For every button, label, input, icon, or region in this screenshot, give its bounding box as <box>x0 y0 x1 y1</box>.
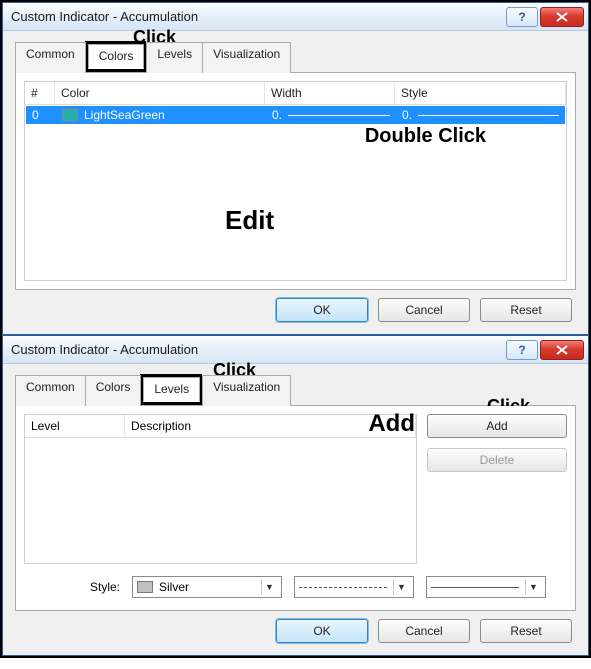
tab-colors[interactable]: Colors <box>85 375 142 406</box>
color-swatch <box>62 109 78 121</box>
style-row: Style: Silver ▼ ▼ ▼ <box>24 564 567 602</box>
tab-levels[interactable]: Levels <box>143 377 200 402</box>
th-description[interactable]: Description <box>125 415 416 437</box>
style-linetype-dropdown[interactable]: ▼ <box>294 576 414 598</box>
side-buttons: Add Delete <box>427 414 567 564</box>
chevron-down-icon: ▼ <box>393 579 409 595</box>
table-header: # Color Width Style <box>25 82 566 105</box>
dialog-buttons: OK Cancel Reset <box>15 611 576 643</box>
ok-button[interactable]: OK <box>276 619 368 643</box>
levels-list[interactable]: Level Description <box>24 414 417 564</box>
chevron-down-icon: ▼ <box>525 579 541 595</box>
levels-header: Level Description <box>25 415 416 438</box>
tabstrip: Common Colors Levels Visualization <box>15 374 576 406</box>
highlight-box-levels-tab: Levels <box>140 374 202 405</box>
dialog-buttons: OK Cancel Reset <box>15 290 576 322</box>
window-title: Custom Indicator - Accumulation <box>11 9 506 24</box>
th-index[interactable]: # <box>25 82 55 104</box>
reset-button[interactable]: Reset <box>480 619 572 643</box>
th-style[interactable]: Style <box>395 82 566 104</box>
titlebar[interactable]: Custom Indicator - Accumulation ? <box>3 336 588 364</box>
highlight-box-colors-tab: Colors <box>85 41 147 72</box>
style-label: Style: <box>30 580 120 594</box>
width-sample-line <box>288 115 390 116</box>
cell-index: 0 <box>26 108 56 122</box>
style-value: 0. <box>402 108 412 122</box>
cancel-button[interactable]: Cancel <box>378 619 470 643</box>
style-color-name: Silver <box>159 580 189 594</box>
window-title: Custom Indicator - Accumulation <box>11 342 506 357</box>
style-sample-line <box>418 115 559 116</box>
tabstrip: Common Colors Levels Visualization <box>15 41 576 73</box>
tab-common[interactable]: Common <box>15 375 86 406</box>
chevron-down-icon: ▼ <box>261 579 277 595</box>
close-icon <box>555 344 569 356</box>
dialog-levels: Custom Indicator - Accumulation ? Click … <box>2 335 589 656</box>
tab-colors[interactable]: Colors <box>88 44 145 69</box>
ok-button[interactable]: OK <box>276 298 368 322</box>
style-color-dropdown[interactable]: Silver ▼ <box>132 576 282 598</box>
titlebar[interactable]: Custom Indicator - Accumulation ? <box>3 3 588 31</box>
th-level[interactable]: Level <box>25 415 125 437</box>
tab-visualization[interactable]: Visualization <box>202 42 291 73</box>
help-button[interactable]: ? <box>506 340 538 360</box>
tab-common[interactable]: Common <box>15 42 86 73</box>
tab-visualization[interactable]: Visualization <box>202 375 291 406</box>
help-button[interactable]: ? <box>506 7 538 27</box>
cell-style[interactable]: 0. <box>396 108 565 122</box>
delete-button: Delete <box>427 448 567 472</box>
cell-color[interactable]: LightSeaGreen <box>56 108 266 122</box>
tab-panel: # Color Width Style 0 LightSeaGreen 0. <box>15 73 576 290</box>
dialog-colors: Custom Indicator - Accumulation ? Click … <box>2 2 589 335</box>
th-color[interactable]: Color <box>55 82 265 104</box>
reset-button[interactable]: Reset <box>480 298 572 322</box>
colors-table: # Color Width Style 0 LightSeaGreen 0. <box>24 81 567 281</box>
close-button[interactable] <box>540 7 584 27</box>
annotation-edit: Edit <box>225 205 274 236</box>
cell-width[interactable]: 0. <box>266 108 396 122</box>
cancel-button[interactable]: Cancel <box>378 298 470 322</box>
table-row[interactable]: 0 LightSeaGreen 0. 0. <box>26 106 565 124</box>
add-button[interactable]: Add <box>427 414 567 438</box>
close-button[interactable] <box>540 340 584 360</box>
tab-panel: Add Level Description Add Delete Style: <box>15 406 576 611</box>
th-width[interactable]: Width <box>265 82 395 104</box>
tab-levels[interactable]: Levels <box>146 42 203 73</box>
color-swatch-icon <box>137 581 153 593</box>
style-linewidth-dropdown[interactable]: ▼ <box>426 576 546 598</box>
dashed-line-icon <box>299 587 387 588</box>
annotation-double-click: Double Click <box>365 125 486 148</box>
width-value: 0. <box>272 108 282 122</box>
close-icon <box>555 11 569 23</box>
solid-line-icon <box>431 587 519 588</box>
color-name: LightSeaGreen <box>84 108 165 122</box>
